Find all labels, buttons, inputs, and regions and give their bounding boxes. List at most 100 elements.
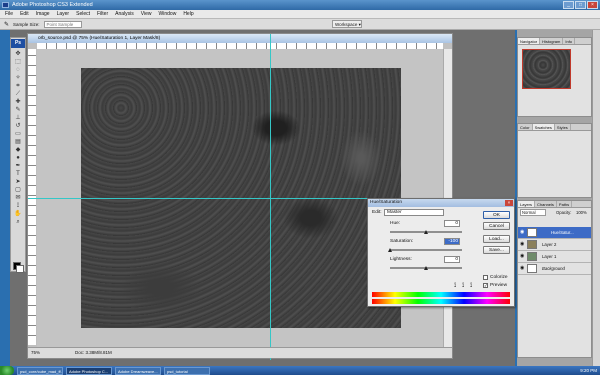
type-tool-icon[interactable]: T [11, 170, 25, 178]
eyedropper-icon[interactable]: ⟟ [11, 202, 25, 210]
tab-histogram[interactable]: Histogram [540, 38, 564, 44]
hue-input[interactable]: 0 [444, 220, 460, 227]
ok-button[interactable]: OK [483, 211, 510, 219]
marquee-tool-icon[interactable]: ⬚ [11, 58, 25, 66]
visibility-eye-icon[interactable]: ◉ [520, 230, 525, 235]
tab-color[interactable]: Color [518, 124, 533, 130]
dialog-title-bar: Hue/Saturation × [368, 199, 514, 207]
pen-tool-icon[interactable]: ✒ [11, 162, 25, 170]
document-window: orb_source.psd @ 75% (Hue/Saturation 1, … [27, 33, 454, 360]
layers-panel: Layers Channels Paths Normal Opacity: 10… [517, 200, 592, 358]
colorize-checkbox[interactable] [483, 275, 488, 280]
taskbar-item-dreamweaver[interactable]: Adobe Dreamweave... [115, 366, 161, 375]
opacity-value[interactable]: 100% [576, 208, 587, 217]
background-color-swatch[interactable] [16, 265, 24, 273]
toolbox: Ps ✥ ⬚ ◌ ✧ ⌗ ⟋ ✚ ✎ ⊥ ↺ ▭ ▤ ◆ ● ✒ T ➤ ▢ ✉… [10, 37, 26, 273]
tab-styles[interactable]: Styles [555, 124, 571, 130]
tab-swatches[interactable]: Swatches [532, 124, 555, 130]
menu-layer[interactable]: Layer [57, 10, 70, 18]
document-status-bar: 75% Doc: 3.38M/8.81M [28, 347, 452, 358]
dodge-tool-icon[interactable]: ● [11, 154, 25, 162]
taskbar-item-folder[interactable]: psd_tutorial [164, 366, 210, 375]
tab-layers[interactable]: Layers [518, 201, 536, 207]
preview-checkbox[interactable]: ✓ [483, 283, 488, 288]
output-color-bar [372, 299, 510, 304]
maximize-button[interactable]: □ [575, 1, 586, 9]
blur-tool-icon[interactable]: ◆ [11, 146, 25, 154]
layers-tabs: Layers Channels Paths [518, 201, 591, 208]
visibility-eye-icon[interactable]: ◉ [520, 254, 525, 259]
shape-tool-icon[interactable]: ▢ [11, 186, 25, 194]
menu-file[interactable]: File [5, 10, 13, 18]
start-button[interactable] [0, 366, 14, 375]
layer-row-layer-2[interactable]: ◉ Layer 2 [518, 239, 591, 251]
layer-row-layer-1[interactable]: ◉ Layer 1 [518, 251, 591, 263]
tab-paths[interactable]: Paths [557, 201, 573, 207]
visibility-eye-icon[interactable]: ◉ [520, 242, 525, 247]
close-button[interactable]: × [587, 1, 598, 9]
menu-window[interactable]: Window [159, 10, 177, 18]
menu-view[interactable]: View [141, 10, 152, 18]
saturation-slider-thumb[interactable] [387, 248, 392, 252]
vertical-ruler[interactable] [28, 49, 36, 345]
tab-channels[interactable]: Channels [535, 201, 557, 207]
visibility-eye-icon[interactable]: ◉ [520, 266, 525, 271]
eyedropper-sample-icon[interactable]: ⟟ [454, 283, 456, 290]
eraser-tool-icon[interactable]: ▭ [11, 130, 25, 138]
history-brush-icon[interactable]: ↺ [11, 122, 25, 130]
brush-tool-icon[interactable]: ✎ [11, 106, 25, 114]
minimize-button[interactable]: _ [563, 1, 574, 9]
eyedropper-tool-icon[interactable]: ✎ [4, 21, 9, 28]
load-button[interactable]: Load... [483, 235, 510, 243]
menu-analysis[interactable]: Analysis [115, 10, 134, 18]
crop-tool-icon[interactable]: ⌗ [11, 82, 25, 90]
cancel-button[interactable]: Cancel [483, 222, 510, 230]
lasso-tool-icon[interactable]: ◌ [11, 66, 25, 74]
hand-tool-icon[interactable]: ✋ [11, 210, 25, 218]
photoshop-icon [2, 2, 9, 8]
dialog-close-button[interactable]: × [505, 200, 513, 206]
eyedropper-subtract-icon[interactable]: ⟟ [470, 283, 472, 290]
saturation-slider-track[interactable] [390, 249, 462, 251]
menu-help[interactable]: Help [183, 10, 193, 18]
taskbar-item-explorer[interactable]: psd_core/cube_mad_ff... [17, 366, 63, 375]
save-button[interactable]: Save... [483, 246, 510, 254]
hue-saturation-dialog: Hue/Saturation × Edit: Master Hue: 0 Sat… [367, 198, 515, 307]
menu-filter[interactable]: Filter [97, 10, 108, 18]
blend-mode-select[interactable]: Normal [520, 209, 546, 216]
slice-tool-icon[interactable]: ⟋ [11, 90, 25, 98]
layer-name: Background [542, 266, 565, 271]
menu-image[interactable]: Image [36, 10, 50, 18]
tab-navigator[interactable]: Navigator [518, 38, 541, 44]
lightness-slider-thumb[interactable] [423, 266, 428, 270]
collapsed-panel-strip[interactable] [592, 30, 600, 366]
layer-row-background[interactable]: ◉ Background [518, 263, 591, 275]
lightness-input[interactable]: 0 [444, 256, 460, 263]
hue-slider-thumb[interactable] [423, 230, 428, 234]
adjustment-thumb [527, 228, 537, 237]
workspace-button[interactable]: Workspace ▾ [332, 20, 362, 28]
magic-wand-tool-icon[interactable]: ✧ [11, 74, 25, 82]
navigator-preview[interactable] [522, 49, 571, 89]
edit-channel-select[interactable]: Master [384, 209, 444, 216]
color-panel: Color Swatches Styles [517, 123, 592, 198]
path-selection-icon[interactable]: ➤ [11, 178, 25, 186]
opacity-label: Opacity: [556, 210, 572, 215]
saturation-input[interactable]: -100 [444, 238, 460, 245]
zoom-tool-icon[interactable]: ⌕ [11, 218, 25, 226]
clone-stamp-icon[interactable]: ⊥ [11, 114, 25, 122]
layer-row-hue-saturation[interactable]: ◉ Hue/Satur... [518, 227, 591, 239]
taskbar-item-photoshop[interactable]: Adobe Photoshop C... [66, 366, 112, 375]
document-title: orb_source.psd @ 75% (Hue/Saturation 1, … [38, 36, 161, 41]
menu-edit[interactable]: Edit [20, 10, 29, 18]
notes-tool-icon[interactable]: ✉ [11, 194, 25, 202]
move-tool-icon[interactable]: ✥ [11, 50, 25, 58]
vertical-guide[interactable] [270, 34, 271, 360]
gradient-tool-icon[interactable]: ▤ [11, 138, 25, 146]
eyedropper-add-icon[interactable]: ⟟ [462, 283, 464, 290]
tab-info[interactable]: Info [563, 38, 576, 44]
menu-select[interactable]: Select [76, 10, 90, 18]
zoom-level[interactable]: 75% [31, 348, 49, 358]
sample-size-select[interactable]: Point Sample [43, 20, 82, 28]
healing-brush-icon[interactable]: ✚ [11, 98, 25, 106]
